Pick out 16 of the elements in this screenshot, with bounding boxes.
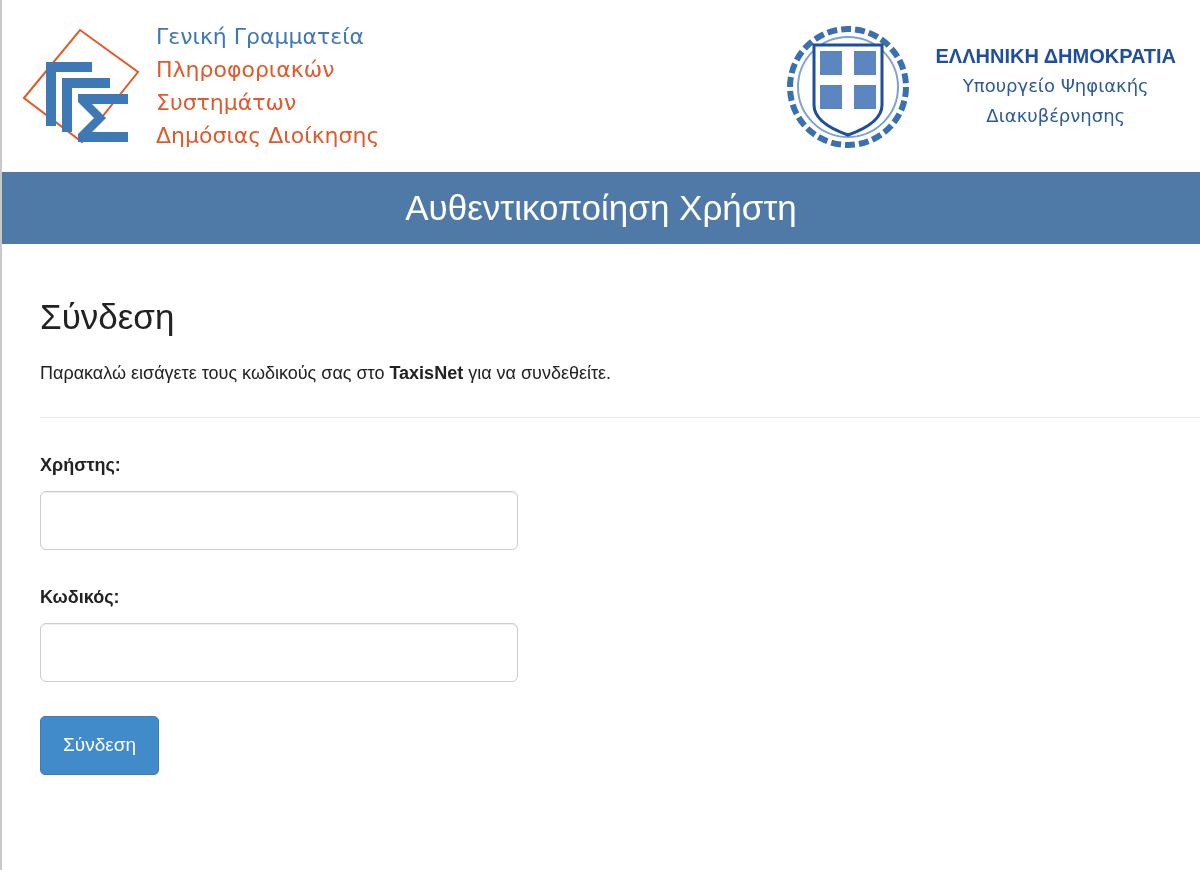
field-label: Κωδικός: (40, 586, 120, 609)
logo-text: Γενική Γραμματεία (156, 23, 366, 51)
logo-icon (22, 26, 140, 146)
logo-subtitle: Διακυβέρνησης (985, 104, 1127, 128)
logo-subtitle: Υπουργείο Ψηφιακής (961, 74, 1150, 98)
page-title: Αυθεντικοποίηση Χρήστη (405, 186, 797, 229)
intro-text: Παρακαλώ εισάγετε τους κωδικούς σας στο TaxisNet για να συνδεθείτε. (40, 362, 613, 385)
input-field[interactable] (40, 491, 518, 550)
logo-text: Συστημάτων (156, 89, 298, 117)
logo-text: Δημόσιας Διοίκησης (156, 122, 380, 150)
field-label: Χρήστης: (40, 454, 121, 477)
heading: Σύνδεση (40, 296, 176, 338)
logo-title: ΕΛΛΗΝΙΚΗ ΔΗΜΟΚΡΑΤΙΑ (935, 44, 1176, 69)
input-field[interactable] (40, 623, 518, 682)
logo-text: Πληροφοριακών (156, 56, 336, 84)
login-button[interactable]: Σύνδεση (40, 716, 159, 775)
